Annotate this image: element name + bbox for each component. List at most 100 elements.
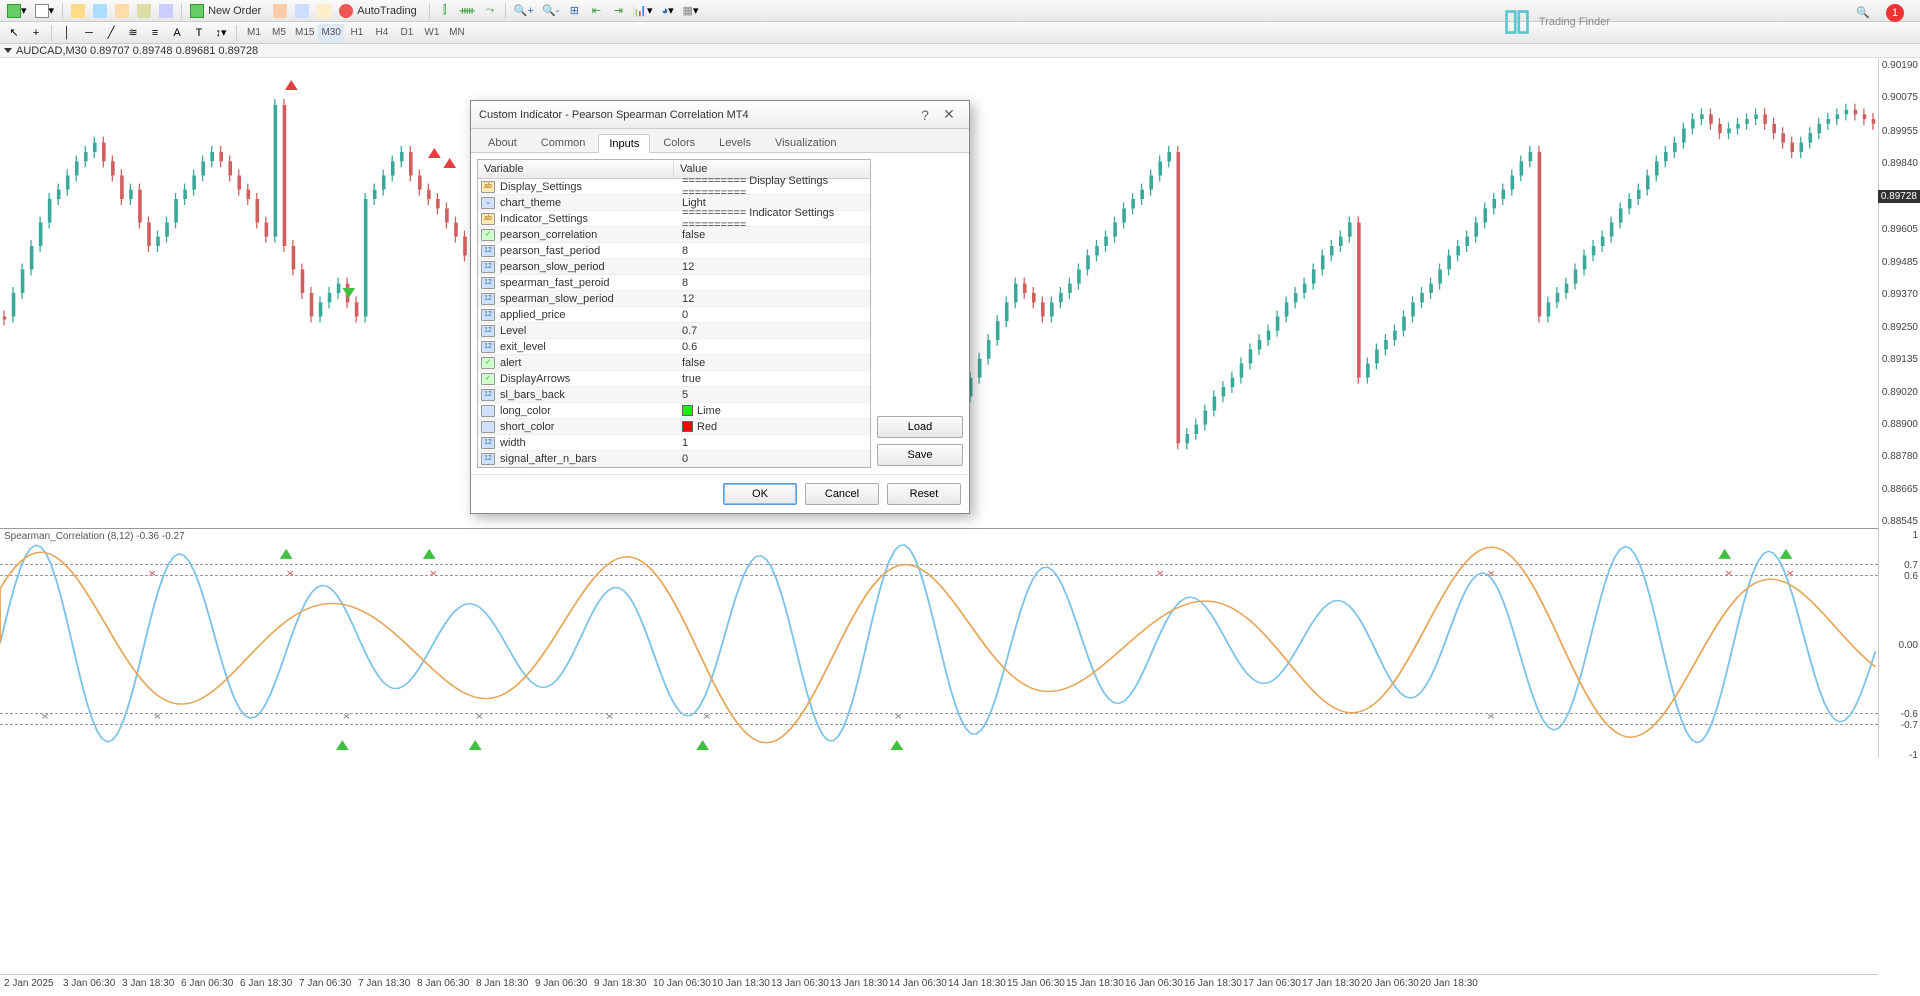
periodicity-icon[interactable]: ◕▾	[658, 2, 678, 20]
chart-menu-icon[interactable]	[4, 48, 12, 53]
input-row-spearman_slow_period[interactable]: 12spearman_slow_period12	[478, 291, 870, 307]
variable-value[interactable]: ========== Indicator Settings ==========	[676, 207, 870, 231]
strategy-tester-icon[interactable]	[134, 2, 154, 20]
ok-button[interactable]: OK	[723, 483, 797, 505]
notification-badge[interactable]: 1	[1886, 4, 1904, 22]
variable-value[interactable]: 1	[676, 437, 870, 449]
timeframe-d1[interactable]: D1	[395, 24, 419, 42]
brand-logo-area: Trading Finder	[1503, 8, 1610, 36]
input-row-long_color[interactable]: long_colorLime	[478, 403, 870, 419]
input-row-displayarrows[interactable]: ✓DisplayArrowstrue	[478, 371, 870, 387]
indicators-icon[interactable]: 📊▾	[630, 2, 655, 20]
input-row-pearson_fast_period[interactable]: 12pearson_fast_period8	[478, 243, 870, 259]
bar-chart-icon[interactable]: ⫿	[435, 2, 455, 20]
variable-value[interactable]: ========== Display Settings ==========	[676, 175, 870, 199]
market-watch-icon[interactable]	[68, 2, 88, 20]
variable-value[interactable]: 8	[676, 277, 870, 289]
input-row-spearman_fast_peroid[interactable]: 12spearman_fast_peroid8	[478, 275, 870, 291]
chart-header[interactable]: AUDCAD,M30 0.89707 0.89748 0.89681 0.897…	[0, 44, 1920, 58]
tab-inputs[interactable]: Inputs	[598, 134, 650, 153]
timeframe-m1[interactable]: M1	[242, 24, 266, 42]
timeframe-mn[interactable]: MN	[445, 24, 469, 42]
timeframe-w1[interactable]: W1	[420, 24, 444, 42]
input-row-signal_after_n_bars[interactable]: 12signal_after_n_bars0	[478, 451, 870, 467]
input-row-indicator_settings[interactable]: abIndicator_Settings========== Indicator…	[478, 211, 870, 227]
type-icon: 12	[481, 261, 495, 273]
variable-name: alert	[498, 357, 676, 369]
variable-value[interactable]: 0	[676, 309, 870, 321]
tab-levels[interactable]: Levels	[708, 133, 762, 152]
variable-value[interactable]: 8	[676, 245, 870, 257]
profiles-icon[interactable]: ▾	[32, 2, 58, 20]
vertical-line-icon[interactable]: │	[57, 24, 77, 42]
navigator-icon[interactable]	[90, 2, 110, 20]
timeframe-h4[interactable]: H4	[370, 24, 394, 42]
horizontal-line-icon[interactable]: ─	[79, 24, 99, 42]
text-icon[interactable]: T	[189, 24, 209, 42]
terminal-icon[interactable]	[112, 2, 132, 20]
reset-button[interactable]: Reset	[887, 483, 961, 505]
timeframe-h1[interactable]: H1	[345, 24, 369, 42]
metaquotes-icon[interactable]	[270, 2, 290, 20]
dialog-titlebar[interactable]: Custom Indicator - Pearson Spearman Corr…	[471, 101, 969, 129]
tab-visualization[interactable]: Visualization	[764, 133, 848, 152]
candlestick-icon[interactable]: ᚔ	[457, 2, 478, 20]
tab-common[interactable]: Common	[530, 133, 597, 152]
auto-scroll-icon[interactable]: ⇥	[608, 2, 628, 20]
cancel-button[interactable]: Cancel	[805, 483, 879, 505]
text-label-icon[interactable]: A	[167, 24, 187, 42]
data-window-icon[interactable]	[156, 2, 176, 20]
close-icon[interactable]: ✕	[937, 106, 961, 123]
variable-value[interactable]: 5	[676, 389, 870, 401]
new-chart-icon[interactable]: ▾	[4, 2, 30, 20]
input-row-width[interactable]: 12width1	[478, 435, 870, 451]
signals-icon[interactable]	[292, 2, 312, 20]
input-row-alert[interactable]: ✓alertfalse	[478, 355, 870, 371]
timeframe-m15[interactable]: M15	[292, 24, 317, 42]
variable-value[interactable]: true	[676, 373, 870, 385]
shift-chart-icon[interactable]: ⇤	[586, 2, 606, 20]
input-row-sl_bars_back[interactable]: 12sl_bars_back5	[478, 387, 870, 403]
input-row-applied_price[interactable]: 12applied_price0	[478, 307, 870, 323]
timeframe-m30[interactable]: M30	[318, 24, 343, 42]
tab-about[interactable]: About	[477, 133, 528, 152]
variable-value[interactable]: Red	[676, 421, 870, 433]
variable-value[interactable]: 0.7	[676, 325, 870, 337]
tab-colors[interactable]: Colors	[652, 133, 706, 152]
input-row-short_color[interactable]: short_colorRed	[478, 419, 870, 435]
search-icon[interactable]: 🔍	[1856, 6, 1870, 19]
tile-windows-icon[interactable]: ⊞	[564, 2, 584, 20]
input-row-display_settings[interactable]: abDisplay_Settings========== Display Set…	[478, 179, 870, 195]
templates-icon[interactable]: ▦▾	[680, 2, 702, 20]
line-chart-icon[interactable]: ⤳	[480, 2, 500, 20]
cursor-icon[interactable]: ↖	[4, 24, 24, 42]
variable-value[interactable]: Lime	[676, 405, 870, 417]
variable-value[interactable]: 12	[676, 293, 870, 305]
price-scale: 0.901900.900750.899550.898400.896050.894…	[1878, 58, 1920, 528]
timeframe-m5[interactable]: M5	[267, 24, 291, 42]
input-row-level[interactable]: 12Level0.7	[478, 323, 870, 339]
expert-advisors-icon[interactable]	[314, 2, 334, 20]
variable-value[interactable]: false	[676, 229, 870, 241]
save-button[interactable]: Save	[877, 444, 963, 466]
input-row-pearson_correlation[interactable]: ✓pearson_correlationfalse	[478, 227, 870, 243]
fibonacci-icon[interactable]: ≡	[145, 24, 165, 42]
input-row-exit_level[interactable]: 12exit_level0.6	[478, 339, 870, 355]
crosshair-icon[interactable]: +	[26, 24, 46, 42]
load-button[interactable]: Load	[877, 416, 963, 438]
arrows-icon[interactable]: ↕▾	[211, 24, 231, 42]
variable-value[interactable]: false	[676, 357, 870, 369]
help-icon[interactable]: ?	[913, 107, 937, 123]
variable-value[interactable]: 0	[676, 453, 870, 465]
input-row-pearson_slow_period[interactable]: 12pearson_slow_period12	[478, 259, 870, 275]
variable-value[interactable]: 0.6	[676, 341, 870, 353]
autotrading-button[interactable]: AutoTrading	[336, 2, 424, 20]
zoom-out-icon[interactable]: 🔍-	[539, 2, 562, 20]
trendline-icon[interactable]: ╱	[101, 24, 121, 42]
channel-icon[interactable]: ≋	[123, 24, 143, 42]
new-order-button[interactable]: New Order	[187, 2, 268, 20]
column-variable[interactable]: Variable	[478, 160, 674, 178]
indicator-pane[interactable]: Spearman_Correlation (8,12) -0.36 -0.27 …	[0, 528, 1878, 758]
variable-value[interactable]: 12	[676, 261, 870, 273]
zoom-in-icon[interactable]: 🔍+	[511, 2, 537, 20]
